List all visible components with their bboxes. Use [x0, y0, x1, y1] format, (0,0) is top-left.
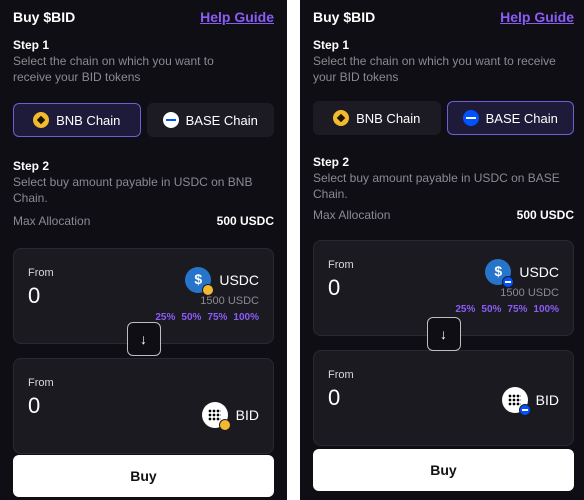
usdc-icon: [185, 267, 215, 296]
step1-label: Step 1: [13, 38, 50, 52]
bnb-chain-icon: [33, 112, 50, 128]
percent-75-button[interactable]: 75%: [207, 312, 227, 323]
step1-description: Select the chain on which you want to re…: [13, 54, 214, 84]
base-chain-icon: [162, 112, 179, 128]
usdc-token: USDC: [485, 259, 559, 288]
buy-panel-bnb: Buy $BID Help Guide Step 1 Select the ch…: [0, 0, 287, 500]
from-balance: 1500 USDC: [200, 295, 259, 307]
max-allocation-row: Max Allocation 500 USDC: [313, 208, 574, 222]
step1-label: Step 1: [313, 38, 350, 52]
step1-description: Select the chain on which you want to re…: [313, 54, 556, 84]
base-chain-label: BASE Chain: [185, 112, 258, 128]
chain-selector: BNB Chain BASE Chain: [13, 103, 274, 137]
percent-buttons: 25% 50% 75% 100%: [455, 304, 559, 315]
page-title: Buy $BID: [313, 9, 376, 25]
max-allocation-value: 500 USDC: [516, 208, 574, 222]
usdc-token: USDC: [185, 267, 259, 296]
bnb-chain-label: BNB Chain: [56, 112, 121, 128]
bnb-badge-icon: [218, 419, 231, 431]
bnb-chain-icon: [333, 110, 350, 126]
base-chain-button[interactable]: BASE Chain: [146, 103, 274, 137]
swap-direction-button[interactable]: ↓: [426, 317, 461, 351]
to-token-symbol: BID: [235, 407, 259, 423]
bid-token: BID: [201, 402, 259, 431]
bid-icon: [501, 387, 531, 416]
bid-token: BID: [501, 387, 559, 416]
percent-25-button[interactable]: 25%: [455, 304, 475, 315]
bid-icon: [201, 402, 231, 431]
buy-panel-base: Buy $BID Help Guide Step 1 Select the ch…: [300, 0, 584, 500]
help-guide-link[interactable]: Help Guide: [500, 9, 574, 25]
step2-description: Select buy amount payable in USDC on BNB…: [13, 175, 253, 205]
arrow-down-icon: ↓: [140, 331, 147, 347]
bnb-chain-button[interactable]: BNB Chain: [313, 101, 441, 135]
bnb-chain-label: BNB Chain: [356, 110, 421, 126]
to-output-box: From 0 BID: [13, 358, 274, 454]
buy-button[interactable]: Buy: [13, 455, 274, 497]
header: Buy $BID Help Guide: [13, 8, 274, 26]
from-balance: 1500 USDC: [500, 287, 559, 299]
percent-100-button[interactable]: 100%: [233, 312, 259, 323]
buy-button[interactable]: Buy: [313, 449, 574, 491]
base-chain-icon: [462, 110, 479, 126]
step2-description: Select buy amount payable in USDC on BAS…: [313, 171, 560, 201]
arrow-down-icon: ↓: [440, 326, 447, 342]
max-allocation-value: 500 USDC: [216, 214, 274, 228]
to-output-box: From 0 BID: [313, 350, 574, 446]
chain-selector: BNB Chain BASE Chain: [313, 101, 574, 135]
percent-100-button[interactable]: 100%: [533, 304, 559, 315]
max-allocation-row: Max Allocation 500 USDC: [13, 214, 274, 228]
to-label: From: [328, 369, 354, 381]
step2-label: Step 2: [313, 155, 350, 169]
base-chain-label: BASE Chain: [485, 110, 558, 126]
max-allocation-label: Max Allocation: [313, 208, 391, 222]
usdc-icon: [485, 259, 515, 288]
step2-label: Step 2: [13, 159, 50, 173]
to-label: From: [28, 377, 54, 389]
percent-25-button[interactable]: 25%: [155, 312, 175, 323]
help-guide-link[interactable]: Help Guide: [200, 9, 274, 25]
page-title: Buy $BID: [13, 9, 76, 25]
to-token-symbol: BID: [535, 392, 559, 408]
percent-50-button[interactable]: 50%: [181, 312, 201, 323]
from-token-symbol: USDC: [219, 272, 259, 288]
base-chain-button[interactable]: BASE Chain: [446, 101, 574, 135]
bnb-chain-button[interactable]: BNB Chain: [13, 103, 141, 137]
from-token-symbol: USDC: [519, 264, 559, 280]
percent-75-button[interactable]: 75%: [507, 304, 527, 315]
percent-50-button[interactable]: 50%: [481, 304, 501, 315]
max-allocation-label: Max Allocation: [13, 214, 91, 228]
base-badge-icon: [518, 404, 531, 416]
percent-buttons: 25% 50% 75% 100%: [155, 312, 259, 323]
swap-direction-button[interactable]: ↓: [126, 322, 161, 356]
header: Buy $BID Help Guide: [313, 8, 574, 26]
